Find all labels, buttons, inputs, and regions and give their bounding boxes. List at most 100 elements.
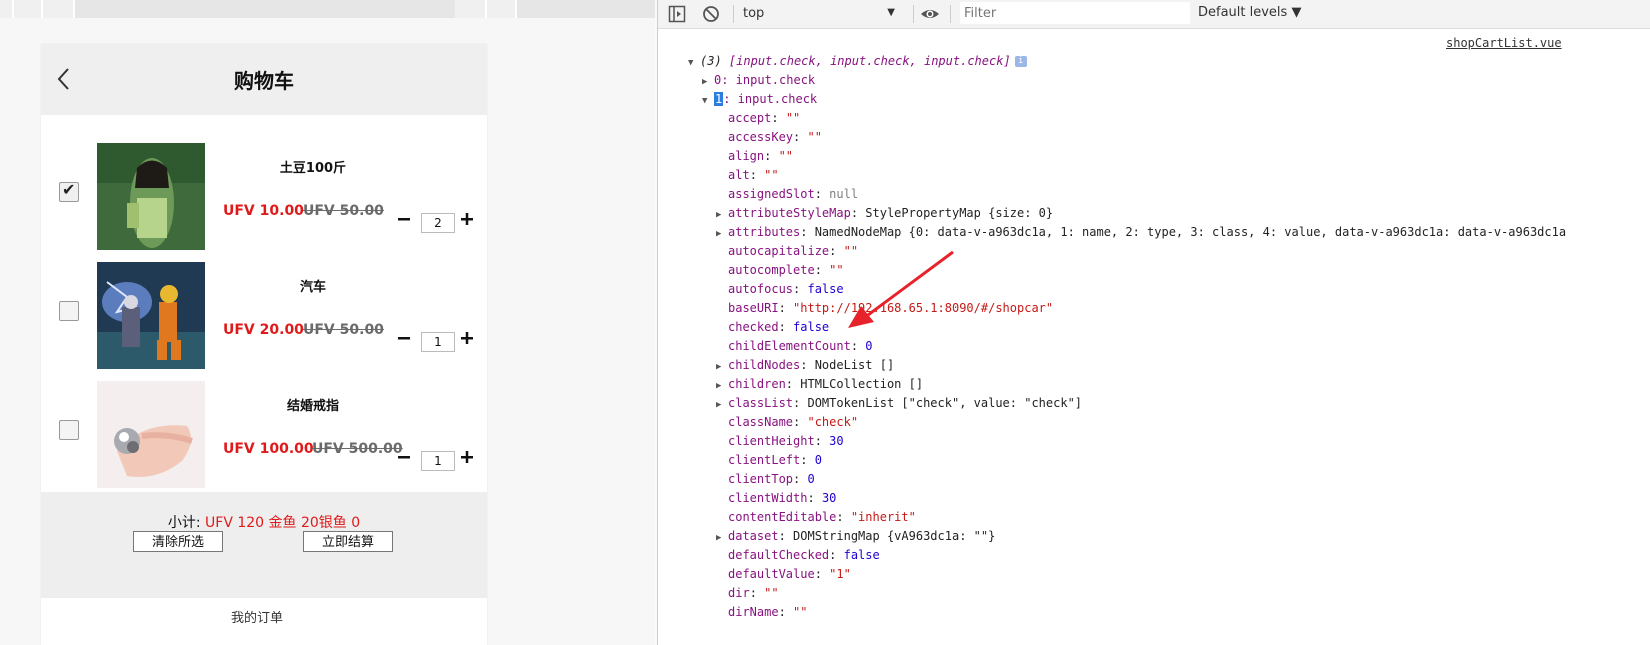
property-value: "" — [778, 149, 794, 163]
property-key: clientLeft — [728, 453, 801, 467]
product-image — [97, 262, 205, 369]
expanded-triangle-icon: ▼ — [688, 58, 694, 68]
property-row: accessKey: "" — [728, 130, 822, 144]
eye-icon[interactable] — [920, 5, 940, 23]
property-key: accept — [728, 111, 772, 125]
property-key: clientHeight — [728, 434, 815, 448]
bottom-tab[interactable]: 我的订单 — [41, 598, 487, 645]
increase-qty-button[interactable] — [460, 450, 474, 464]
property-value: "" — [793, 605, 808, 619]
product-original-price: UFV 500.00 — [312, 441, 403, 457]
property-value: 0 — [814, 453, 822, 467]
array-entry-1[interactable]: ▼ 1: input.check — [702, 90, 817, 109]
property-value: "http://192.168.65.1:8090/#/shopcar" — [793, 301, 1054, 315]
subtotal-value: UFV 120 金鱼 20银鱼 0 — [205, 515, 361, 531]
array-count: (3) — [700, 54, 722, 68]
property-key: clientWidth — [728, 491, 808, 505]
property-value: NodeList [] — [814, 358, 895, 372]
array-summary-row[interactable]: ▼ (3) [input.check, input.check, input.ch… — [688, 52, 1027, 71]
property-value: "1" — [829, 567, 851, 581]
property-key: childElementCount — [728, 339, 851, 353]
product-original-price: UFV 50.00 — [303, 203, 384, 219]
product-name: 汽车 — [299, 280, 326, 295]
property-value: NamedNodeMap {0: data-v-a963dc1a, 1: nam… — [814, 225, 1567, 239]
property-row[interactable]: ▶ dataset: DOMStringMap {vA963dc1a: ""} — [716, 527, 995, 546]
property-key: attributeStyleMap — [728, 206, 851, 220]
property-key: accessKey — [728, 130, 794, 144]
page-title: 购物车 — [234, 69, 294, 93]
property-value: false — [807, 282, 844, 296]
property-row[interactable]: ▶ attributeStyleMap: StylePropertyMap {si… — [716, 204, 1053, 223]
array-entry-0[interactable]: ▶ 0: input.check — [702, 71, 815, 90]
quantity-input[interactable] — [421, 213, 455, 233]
property-row[interactable]: ▶ children: HTMLCollection [] — [716, 375, 923, 394]
property-value: null — [829, 187, 859, 201]
property-row[interactable]: ▶ childNodes: NodeList [] — [716, 356, 894, 375]
property-value: 0 — [865, 339, 873, 353]
cart-item: 结婚戒指 UFV 100.00 UFV 500.00 — [41, 381, 487, 500]
product-price: UFV 10.00 — [223, 203, 304, 219]
cart-footer: 小计: UFV 120 金鱼 20银鱼 0 清除所选 立即结算 — [41, 492, 487, 598]
property-value: "inherit" — [850, 510, 916, 524]
property-value: DOMStringMap {vA963dc1a: ""} — [793, 529, 996, 543]
property-key: children — [728, 377, 786, 391]
property-value: "check" — [807, 415, 859, 429]
source-link[interactable]: shopCartList.vue — [1446, 36, 1562, 50]
property-key: assignedSlot — [728, 187, 815, 201]
property-row: className: "check" — [728, 415, 859, 429]
decrease-qty-button[interactable] — [397, 331, 411, 345]
property-key: autocomplete — [728, 263, 815, 277]
filter-input[interactable] — [960, 2, 1190, 24]
browser-top-strip — [0, 0, 655, 18]
decrease-qty-button[interactable] — [397, 450, 411, 464]
property-value: false — [843, 548, 880, 562]
checkout-button[interactable]: 立即结算 — [303, 531, 393, 552]
property-row: accept: "" — [728, 111, 801, 125]
property-row: clientLeft: 0 — [728, 453, 822, 467]
product-name: 土豆100斤 — [279, 161, 347, 176]
clear-selected-button[interactable]: 清除所选 — [133, 531, 223, 552]
property-row: clientTop: 0 — [728, 472, 815, 486]
product-image — [97, 381, 205, 488]
property-row[interactable]: ▶ classList: DOMTokenList ["check", value… — [716, 394, 1082, 413]
quantity-input[interactable] — [421, 332, 455, 352]
property-value: 30 — [829, 434, 844, 448]
log-levels-dropdown[interactable]: Default levels ▼ — [1198, 5, 1301, 20]
property-key: alt — [728, 168, 750, 182]
property-key: dir — [728, 586, 750, 600]
array-preview: [input.check, input.check, input.check] — [728, 54, 1011, 68]
clear-console-icon[interactable] — [702, 5, 720, 23]
property-value: "" — [807, 130, 822, 144]
cart-item: ✔ 土豆100斤 UFV 10.00 UFV 50.00 — [41, 143, 487, 262]
decrease-qty-button[interactable] — [397, 212, 411, 226]
property-key: clientTop — [728, 472, 794, 486]
product-original-price: UFV 50.00 — [303, 322, 384, 338]
product-price: UFV 100.00 — [223, 441, 314, 457]
property-key: dirName — [728, 605, 779, 619]
check-mark-icon: ✔ — [62, 180, 76, 199]
item-checkbox[interactable] — [59, 420, 79, 440]
property-key: childNodes — [728, 358, 801, 372]
phone-frame: 购物车 ✔ 土豆100斤 UFV 10.00 UFV 50.00 2 汽车 UF… — [41, 44, 487, 645]
property-value: DOMTokenList ["check", value: "check"] — [807, 396, 1083, 410]
entry-index: 1 — [714, 92, 724, 106]
property-row[interactable]: ▶ attributes: NamedNodeMap {0: data-v-a96… — [716, 223, 1566, 242]
increase-qty-button[interactable] — [460, 331, 474, 345]
context-select[interactable]: top ▼ — [743, 4, 903, 24]
increase-qty-button[interactable] — [460, 212, 474, 226]
item-checkbox[interactable]: ✔ — [59, 180, 79, 202]
product-name: 结婚戒指 — [286, 399, 339, 414]
collapsed-triangle-icon: ▶ — [716, 533, 722, 543]
product-price: UFV 20.00 — [223, 322, 304, 338]
property-key: align — [728, 149, 765, 163]
item-checkbox[interactable] — [59, 301, 79, 321]
info-icon[interactable]: i — [1014, 56, 1027, 67]
property-key: defaultValue — [728, 567, 815, 581]
property-row: clientHeight: 30 — [728, 434, 844, 448]
property-row: autocomplete: "" — [728, 263, 844, 277]
property-value: 0 — [807, 472, 815, 486]
quantity-input[interactable] — [421, 451, 455, 471]
sidebar-toggle-icon[interactable] — [668, 5, 686, 23]
collapsed-triangle-icon: ▶ — [716, 229, 722, 239]
property-value: "" — [843, 244, 859, 258]
